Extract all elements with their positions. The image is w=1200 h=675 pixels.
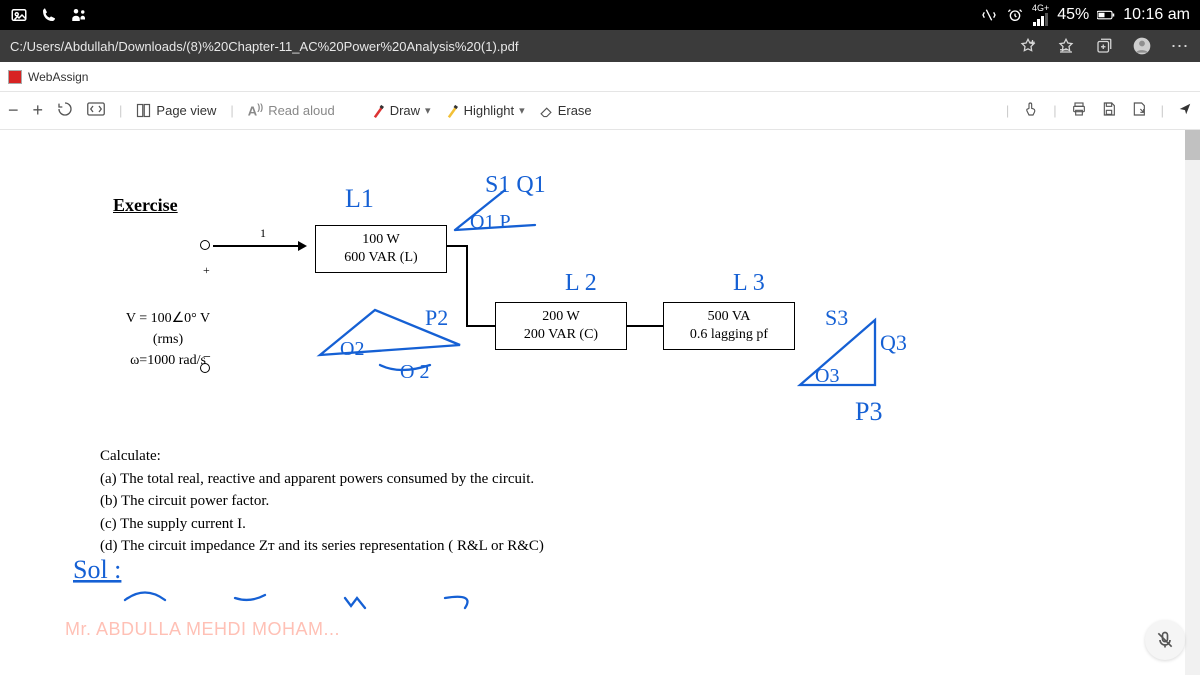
contents-collapse-icon[interactable]: −: [8, 100, 19, 121]
item-b: (b) The circuit power factor.: [100, 490, 820, 513]
wire: [627, 325, 663, 327]
calculate-heading: Calculate:: [100, 445, 820, 468]
pdf-viewport[interactable]: Exercise 1 + − 100 W 600 VAR (L) 200 W 2…: [0, 130, 1200, 675]
wire: [466, 325, 496, 327]
box3-line1: 500 VA: [708, 308, 751, 326]
ink-sol: Sol :: [73, 555, 121, 584]
erase-label: Erase: [558, 103, 592, 118]
page-view-button[interactable]: Page view: [136, 103, 216, 118]
save-icon[interactable]: [1101, 101, 1117, 120]
wire: [466, 245, 468, 325]
load-box-3: 500 VA 0.6 lagging pf: [663, 302, 795, 350]
save-as-icon[interactable]: [1131, 101, 1147, 120]
signal-bars-icon: [1033, 13, 1048, 26]
highlighter-icon: [445, 104, 459, 118]
ink-S3: S3: [825, 305, 848, 330]
wire: [447, 245, 467, 247]
box1-line1: 100 W: [362, 231, 399, 249]
mic-muted-button[interactable]: [1145, 620, 1185, 660]
erase-button[interactable]: Erase: [539, 103, 592, 118]
source-info: V = 100∠0° V (rms) ω=1000 rad/s: [113, 308, 223, 371]
clock-time: 10:16 am: [1123, 6, 1190, 24]
draw-label: Draw: [390, 103, 420, 118]
ink-L3: L 3: [733, 270, 765, 296]
pdf-page: Exercise 1 + − 100 W 600 VAR (L) 200 W 2…: [5, 130, 965, 675]
item-a: (a) The total real, reactive and apparen…: [100, 468, 820, 491]
box1-line2: 600 VAR (L): [344, 249, 417, 267]
battery-percent: 45%: [1057, 6, 1089, 24]
source-line2: (rms): [113, 329, 223, 350]
source-line3: ω=1000 rad/s: [113, 350, 223, 371]
ink-L1: L1: [345, 184, 374, 213]
ink-S1Q1: S1 Q1: [485, 172, 546, 198]
print-icon[interactable]: [1071, 101, 1087, 120]
chevron-down-icon: ▾: [425, 104, 431, 117]
collections-icon[interactable]: [1094, 36, 1114, 56]
photo-icon: [10, 6, 28, 24]
highlight-button[interactable]: Highlight ▾: [445, 103, 525, 118]
phone-icon: [40, 6, 58, 24]
more-menu-icon[interactable]: ⋯: [1170, 36, 1190, 56]
read-aloud-label: Read aloud: [268, 103, 335, 118]
load-box-2: 200 W 200 VAR (C): [495, 302, 627, 350]
box2-line2: 200 VAR (C): [524, 326, 598, 344]
pin-toolbar-icon[interactable]: [1178, 102, 1192, 119]
fit-page-icon[interactable]: [87, 102, 105, 119]
ink-P2: P2: [425, 305, 448, 330]
mic-off-icon: [1155, 630, 1175, 650]
add-icon[interactable]: +: [33, 100, 44, 121]
box2-line1: 200 W: [542, 308, 579, 326]
ink-L2: L 2: [565, 270, 597, 296]
author-watermark: Mr. ABDULLA MEHDI MOHAM...: [65, 619, 340, 640]
android-status-bar: 4G+ 45% 10:16 am: [0, 0, 1200, 30]
profile-icon[interactable]: [1132, 36, 1152, 56]
url-field[interactable]: C:/Users/Abdullah/Downloads/(8)%20Chapte…: [10, 39, 1008, 54]
ink-P3: P3: [855, 397, 882, 426]
tab-favicon-icon: [8, 70, 22, 84]
rotate-reset-icon[interactable]: [57, 101, 73, 120]
read-aloud-button[interactable]: A)) Read aloud: [248, 102, 335, 118]
highlight-label: Highlight: [464, 103, 515, 118]
vertical-scrollbar[interactable]: [1185, 130, 1200, 675]
alarm-icon: [1006, 6, 1024, 24]
source-line1: V = 100∠0° V: [113, 308, 223, 329]
chevron-down-icon: ▾: [519, 104, 525, 117]
load-box-1: 100 W 600 VAR (L): [315, 225, 447, 273]
calculate-block: Calculate: (a) The total real, reactive …: [100, 445, 820, 558]
eraser-icon: [539, 104, 553, 118]
item-d: (d) The circuit impedance Zᴛ and its ser…: [100, 535, 820, 558]
tab-title: WebAssign: [28, 70, 88, 84]
ink-Q3: Q3: [880, 330, 907, 355]
touch-icon[interactable]: [1023, 101, 1039, 120]
ink-O1P: O1 P: [470, 211, 511, 233]
pdf-toolbar: − + | Page view | A)) Read aloud Draw ▾ …: [0, 92, 1200, 130]
ink-O2r: O 2: [400, 361, 429, 383]
current-arrow-head: [298, 241, 307, 251]
battery-icon: [1097, 6, 1115, 24]
page-view-label: Page view: [156, 103, 216, 118]
network-type-label: 4G+: [1032, 4, 1049, 13]
item-c: (c) The supply current I.: [100, 513, 820, 536]
exercise-heading: Exercise: [113, 195, 178, 216]
teams-icon: [70, 6, 88, 24]
ink-O3: O3: [815, 365, 839, 387]
current-arrow-line: [213, 245, 303, 247]
browser-tab[interactable]: WebAssign: [0, 62, 1200, 92]
vibrate-icon: [980, 6, 998, 24]
ink-O2: O2: [340, 338, 364, 360]
add-favorite-icon[interactable]: [1018, 36, 1038, 56]
plus-terminal: +: [203, 263, 210, 278]
box3-line2: 0.6 lagging pf: [690, 326, 768, 344]
circuit-node-top: [200, 240, 210, 250]
pen-red-icon: [371, 104, 385, 118]
draw-button[interactable]: Draw ▾: [371, 103, 431, 118]
favorites-list-icon[interactable]: [1056, 36, 1076, 56]
scroll-thumb[interactable]: [1185, 130, 1200, 160]
browser-address-row: C:/Users/Abdullah/Downloads/(8)%20Chapte…: [0, 30, 1200, 62]
label-one: 1: [260, 226, 266, 241]
